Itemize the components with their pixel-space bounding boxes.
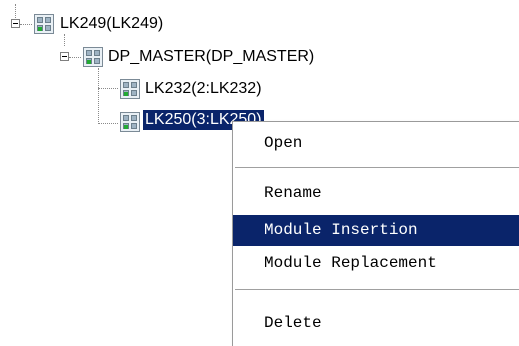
menu-item-module-replacement[interactable]: Module Replacement [233,248,519,279]
module-device-icon [120,79,140,99]
context-menu: Open Rename Module Insertion Module Repl… [232,121,519,346]
tree-connector [98,68,99,124]
module-device-icon [83,47,103,67]
module-device-icon [34,14,54,34]
collapse-minus-icon[interactable] [11,19,20,28]
tree-node-label[interactable]: LK249(LK249) [60,14,163,34]
tree-connector [98,88,118,89]
tree-node-label[interactable]: DP_MASTER(DP_MASTER) [108,47,314,67]
module-device-icon [120,112,140,132]
menu-separator [235,289,519,291]
tree-connector [20,24,32,25]
collapse-minus-icon[interactable] [60,52,69,61]
menu-item-module-insertion[interactable]: Module Insertion [233,215,519,246]
tree-connector [69,57,81,58]
menu-item-rename[interactable]: Rename [233,178,519,209]
menu-item-delete[interactable]: Delete [233,308,519,339]
menu-item-open[interactable]: Open [233,128,519,159]
tree-connector [15,4,16,18]
tree-connector [98,123,118,124]
menu-separator [235,167,519,169]
tree-node-label[interactable]: LK232(2:LK232) [145,79,262,99]
tree-connector [64,34,65,46]
